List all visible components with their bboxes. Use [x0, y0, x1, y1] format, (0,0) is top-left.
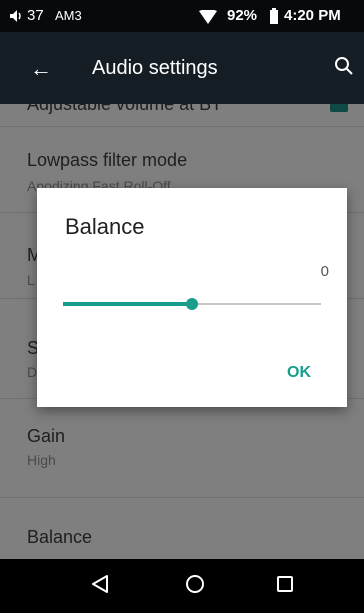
recents-square-icon[interactable] — [274, 573, 296, 595]
dialog-title: Balance — [65, 214, 145, 239]
balance-slider[interactable] — [63, 298, 321, 310]
home-circle-icon[interactable] — [184, 573, 206, 595]
balance-dialog: Balance 0 OK — [37, 188, 347, 407]
ok-button[interactable]: OK — [287, 364, 311, 382]
slider-thumb[interactable] — [186, 298, 198, 310]
navigation-bar — [0, 559, 364, 613]
back-triangle-icon[interactable] — [89, 573, 111, 595]
balance-value: 0 — [320, 263, 329, 280]
slider-fill — [63, 302, 192, 306]
dialog-scrim[interactable]: Balance 0 OK — [0, 0, 364, 559]
